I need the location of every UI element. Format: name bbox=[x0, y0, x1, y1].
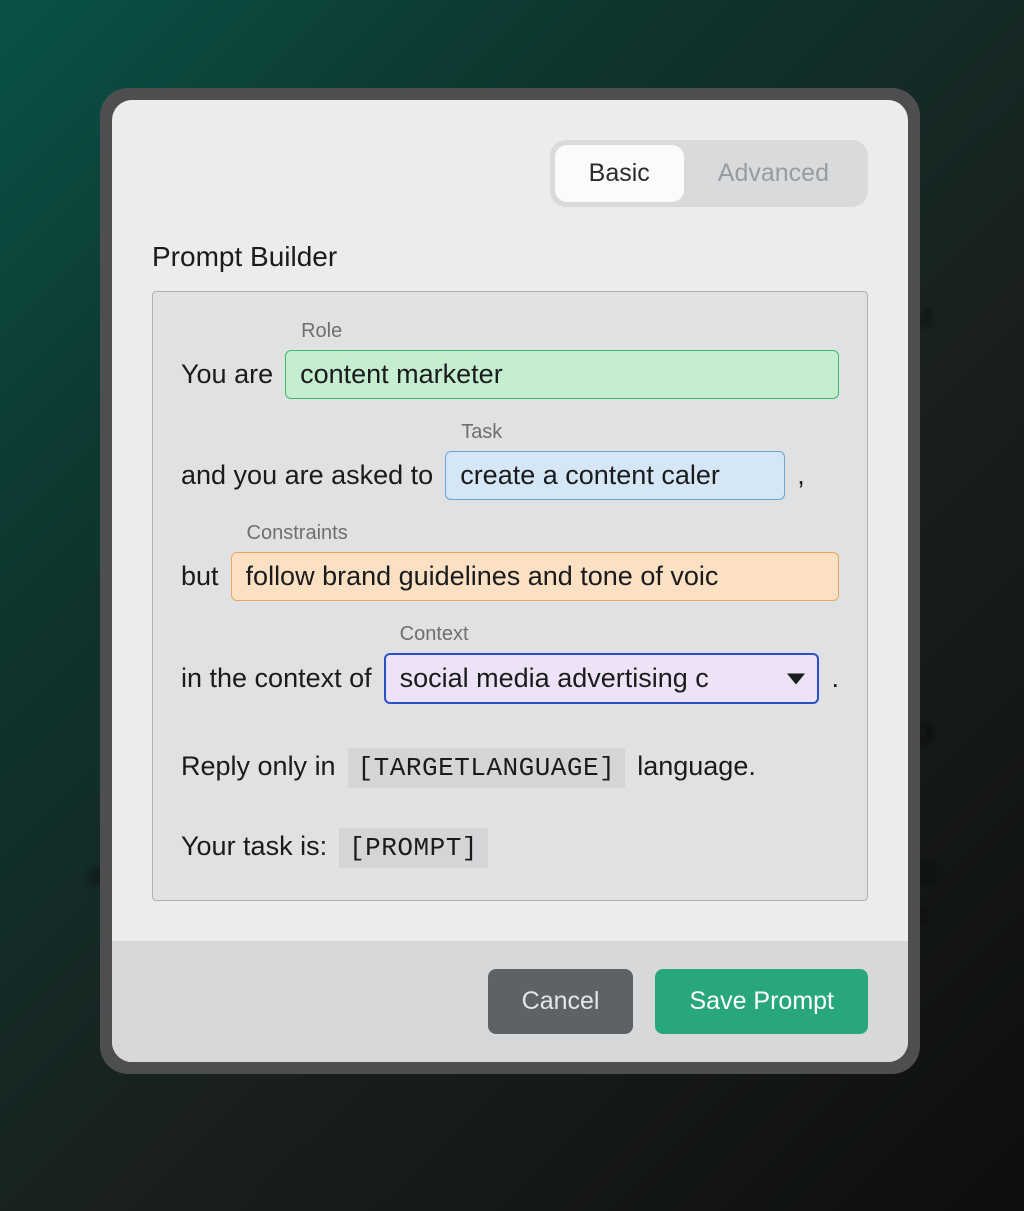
tab-advanced[interactable]: Advanced bbox=[684, 145, 863, 202]
suffix-text: . bbox=[831, 663, 839, 694]
tab-basic[interactable]: Basic bbox=[555, 145, 684, 202]
suffix-text: language. bbox=[637, 751, 756, 782]
suffix-text: , bbox=[797, 460, 805, 491]
row-role: You are Role bbox=[181, 350, 839, 399]
row-task: and you are asked to Task , bbox=[181, 451, 839, 500]
save-prompt-button[interactable]: Save Prompt bbox=[655, 969, 868, 1034]
field-label-role: Role bbox=[297, 320, 342, 343]
task-input[interactable] bbox=[445, 451, 785, 500]
modal-footer: Cancel Save Prompt bbox=[112, 941, 908, 1062]
builder-panel: You are Role and you are asked to Task ,… bbox=[152, 291, 868, 901]
prefix-text: but bbox=[181, 561, 219, 592]
role-input[interactable] bbox=[285, 350, 839, 399]
context-select[interactable] bbox=[384, 653, 820, 704]
page-title: Prompt Builder bbox=[112, 207, 908, 291]
field-label-context: Context bbox=[396, 623, 469, 646]
modal-header: Basic Advanced bbox=[112, 100, 908, 207]
target-language-token: [TARGETLANGUAGE] bbox=[348, 748, 626, 788]
cancel-button[interactable]: Cancel bbox=[488, 969, 634, 1034]
prompt-token: [PROMPT] bbox=[339, 828, 488, 868]
modal-dialog: Basic Advanced Prompt Builder You are Ro… bbox=[100, 88, 920, 1074]
row-language: Reply only in [TARGETLANGUAGE] language. bbox=[181, 748, 839, 788]
chevron-down-icon bbox=[787, 673, 805, 684]
modal-content: Basic Advanced Prompt Builder You are Ro… bbox=[112, 100, 908, 1062]
prefix-text: You are bbox=[181, 359, 273, 390]
field-wrap-task: Task bbox=[445, 451, 785, 500]
row-prompt: Your task is: [PROMPT] bbox=[181, 828, 839, 868]
field-label-constraints: Constraints bbox=[243, 522, 348, 545]
row-context: in the context of Context . bbox=[181, 653, 839, 704]
field-wrap-context: Context bbox=[384, 653, 820, 704]
constraints-input[interactable] bbox=[231, 552, 839, 601]
prefix-text: and you are asked to bbox=[181, 460, 433, 491]
prefix-text: in the context of bbox=[181, 663, 372, 694]
prefix-text: Reply only in bbox=[181, 751, 336, 782]
row-constraints: but Constraints bbox=[181, 552, 839, 601]
field-wrap-constraints: Constraints bbox=[231, 552, 839, 601]
tab-toggle: Basic Advanced bbox=[550, 140, 868, 207]
field-wrap-role: Role bbox=[285, 350, 839, 399]
prefix-text: Your task is: bbox=[181, 831, 327, 862]
field-label-task: Task bbox=[457, 421, 502, 444]
